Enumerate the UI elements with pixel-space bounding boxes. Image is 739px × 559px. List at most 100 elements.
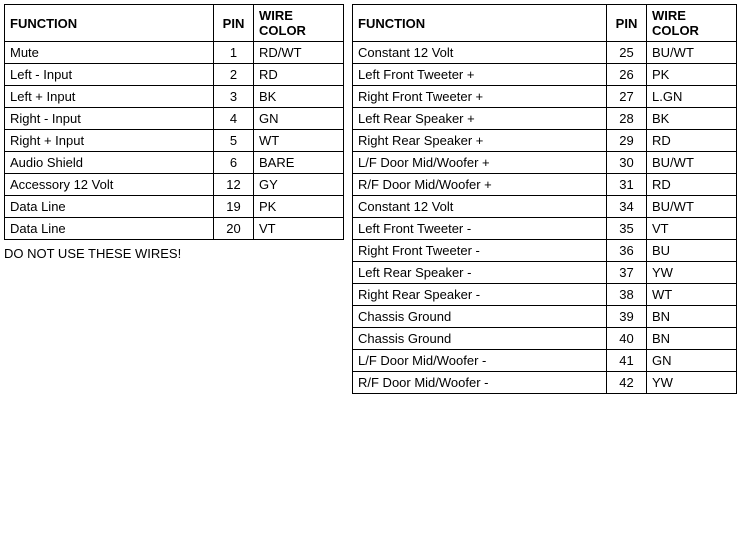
left-table-row: Audio Shield6BARE bbox=[5, 152, 344, 174]
right-table-row: Left Rear Speaker +28BK bbox=[353, 108, 737, 130]
left-function-cell: Right - Input bbox=[5, 108, 214, 130]
left-pin-cell: 2 bbox=[214, 64, 254, 86]
right-table-row: L/F Door Mid/Woofer -41GN bbox=[353, 350, 737, 372]
left-table-row: Right - Input4GN bbox=[5, 108, 344, 130]
right-function-cell: L/F Door Mid/Woofer - bbox=[353, 350, 607, 372]
right-table-row: Left Front Tweeter +26PK bbox=[353, 64, 737, 86]
left-table-row: Accessory 12 Volt12GY bbox=[5, 174, 344, 196]
right-table-row: Constant 12 Volt25BU/WT bbox=[353, 42, 737, 64]
right-table-row: Right Front Tweeter -36BU bbox=[353, 240, 737, 262]
right-wire-cell: L.GN bbox=[647, 86, 737, 108]
left-function-cell: Mute bbox=[5, 42, 214, 64]
right-pin-cell: 38 bbox=[607, 284, 647, 306]
right-wire-cell: BU bbox=[647, 240, 737, 262]
right-pin-cell: 29 bbox=[607, 130, 647, 152]
main-container: FUNCTION PIN WIRE COLOR Mute1RD/WTLeft -… bbox=[4, 4, 735, 394]
right-pin-cell: 41 bbox=[607, 350, 647, 372]
left-table-row: Left - Input2RD bbox=[5, 64, 344, 86]
do-not-use-notice: DO NOT USE THESE WIRES! bbox=[4, 246, 344, 261]
right-pin-cell: 26 bbox=[607, 64, 647, 86]
right-pin-cell: 37 bbox=[607, 262, 647, 284]
left-pin-cell: 3 bbox=[214, 86, 254, 108]
right-table-row: Left Rear Speaker -37YW bbox=[353, 262, 737, 284]
left-pin-cell: 20 bbox=[214, 218, 254, 240]
right-pin-cell: 40 bbox=[607, 328, 647, 350]
right-table-row: L/F Door Mid/Woofer +30BU/WT bbox=[353, 152, 737, 174]
left-pin-cell: 4 bbox=[214, 108, 254, 130]
right-table-row: Chassis Ground39BN bbox=[353, 306, 737, 328]
right-function-cell: R/F Door Mid/Woofer - bbox=[353, 372, 607, 394]
left-function-cell: Left - Input bbox=[5, 64, 214, 86]
left-wire-cell: GN bbox=[254, 108, 344, 130]
right-wire-cell: VT bbox=[647, 218, 737, 240]
left-pin-cell: 12 bbox=[214, 174, 254, 196]
left-pin-cell: 19 bbox=[214, 196, 254, 218]
left-wire-cell: BARE bbox=[254, 152, 344, 174]
right-function-cell: Left Front Tweeter + bbox=[353, 64, 607, 86]
right-function-cell: Chassis Ground bbox=[353, 306, 607, 328]
left-function-cell: Data Line bbox=[5, 196, 214, 218]
right-header-wire: WIRE COLOR bbox=[647, 5, 737, 42]
right-pin-cell: 28 bbox=[607, 108, 647, 130]
right-wire-cell: BU/WT bbox=[647, 42, 737, 64]
right-function-cell: Constant 12 Volt bbox=[353, 196, 607, 218]
right-function-cell: Left Front Tweeter - bbox=[353, 218, 607, 240]
left-wire-cell: GY bbox=[254, 174, 344, 196]
right-pin-cell: 25 bbox=[607, 42, 647, 64]
right-function-cell: R/F Door Mid/Woofer + bbox=[353, 174, 607, 196]
left-table-row: Mute1RD/WT bbox=[5, 42, 344, 64]
right-pin-cell: 27 bbox=[607, 86, 647, 108]
right-wire-cell: GN bbox=[647, 350, 737, 372]
right-wire-cell: PK bbox=[647, 64, 737, 86]
left-section: FUNCTION PIN WIRE COLOR Mute1RD/WTLeft -… bbox=[4, 4, 344, 261]
right-function-cell: Right Front Tweeter + bbox=[353, 86, 607, 108]
left-wire-cell: PK bbox=[254, 196, 344, 218]
left-function-cell: Audio Shield bbox=[5, 152, 214, 174]
right-header-pin: PIN bbox=[607, 5, 647, 42]
right-table-row: Right Rear Speaker -38WT bbox=[353, 284, 737, 306]
left-function-cell: Accessory 12 Volt bbox=[5, 174, 214, 196]
right-wire-cell: BK bbox=[647, 108, 737, 130]
right-pin-cell: 42 bbox=[607, 372, 647, 394]
right-table-row: Right Rear Speaker +29RD bbox=[353, 130, 737, 152]
left-table-row: Data Line19PK bbox=[5, 196, 344, 218]
right-function-cell: Constant 12 Volt bbox=[353, 42, 607, 64]
left-pin-cell: 5 bbox=[214, 130, 254, 152]
left-table-row: Right + Input5WT bbox=[5, 130, 344, 152]
left-header-wire: WIRE COLOR bbox=[254, 5, 344, 42]
right-pin-cell: 31 bbox=[607, 174, 647, 196]
right-table-row: Left Front Tweeter -35VT bbox=[353, 218, 737, 240]
left-function-cell: Left + Input bbox=[5, 86, 214, 108]
left-wire-cell: VT bbox=[254, 218, 344, 240]
left-function-cell: Data Line bbox=[5, 218, 214, 240]
right-function-cell: Left Rear Speaker - bbox=[353, 262, 607, 284]
right-table-row: R/F Door Mid/Woofer +31RD bbox=[353, 174, 737, 196]
left-header-pin: PIN bbox=[214, 5, 254, 42]
left-pin-cell: 1 bbox=[214, 42, 254, 64]
right-wire-cell: YW bbox=[647, 372, 737, 394]
right-function-cell: Left Rear Speaker + bbox=[353, 108, 607, 130]
left-wire-cell: WT bbox=[254, 130, 344, 152]
right-table: FUNCTION PIN WIRE COLOR Constant 12 Volt… bbox=[352, 4, 737, 394]
right-pin-cell: 35 bbox=[607, 218, 647, 240]
right-section: FUNCTION PIN WIRE COLOR Constant 12 Volt… bbox=[352, 4, 737, 394]
left-wire-cell: RD bbox=[254, 64, 344, 86]
right-pin-cell: 36 bbox=[607, 240, 647, 262]
right-wire-cell: RD bbox=[647, 130, 737, 152]
right-wire-cell: RD bbox=[647, 174, 737, 196]
right-function-cell: Chassis Ground bbox=[353, 328, 607, 350]
right-function-cell: Right Rear Speaker - bbox=[353, 284, 607, 306]
right-table-row: Chassis Ground40BN bbox=[353, 328, 737, 350]
right-table-row: Right Front Tweeter +27L.GN bbox=[353, 86, 737, 108]
left-table-row: Data Line20VT bbox=[5, 218, 344, 240]
left-pin-cell: 6 bbox=[214, 152, 254, 174]
left-wire-cell: BK bbox=[254, 86, 344, 108]
right-wire-cell: BU/WT bbox=[647, 196, 737, 218]
right-wire-cell: WT bbox=[647, 284, 737, 306]
left-header-function: FUNCTION bbox=[5, 5, 214, 42]
right-pin-cell: 34 bbox=[607, 196, 647, 218]
right-wire-cell: BU/WT bbox=[647, 152, 737, 174]
right-function-cell: L/F Door Mid/Woofer + bbox=[353, 152, 607, 174]
right-wire-cell: YW bbox=[647, 262, 737, 284]
left-table: FUNCTION PIN WIRE COLOR Mute1RD/WTLeft -… bbox=[4, 4, 344, 240]
